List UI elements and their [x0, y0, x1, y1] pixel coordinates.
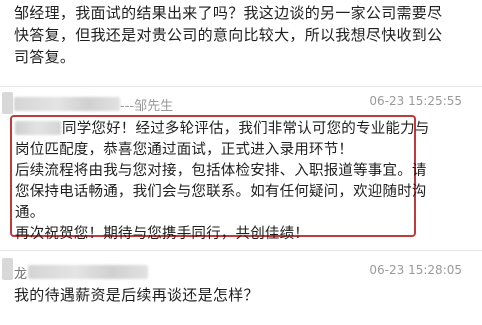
reply-header: ---邹先生 06-23 15:25:55 [14, 94, 472, 114]
message-bottom: 我的待遇薪资是后续再谈还是怎样？ [14, 286, 259, 304]
reply-message: 同学您好！经过多轮评估，我们非常认可您的专业能力与 岗位匹配度，恭喜您通过面试，… [15, 119, 429, 245]
chat-conversation: 邹经理，我面试的结果出来了吗？我这边谈的另一家公司需要尽 快答复，但我还是对贵公… [0, 0, 482, 325]
sender-initial: 龙 [14, 267, 28, 282]
sender-name: ---邹先生 [120, 99, 174, 114]
reply-line: 再次祝贺您！期待与您携手同行，共创佳绩！ [15, 226, 309, 242]
reply-timestamp: 06-23 15:25:55 [369, 94, 462, 108]
message-bottom-header: 龙 06-23 15:28:05 [14, 262, 472, 282]
sender-name-redacted [14, 97, 120, 111]
message-top-line: 邹经理，我面试的结果出来了吗？我这边谈的另一家公司需要尽 [14, 4, 443, 22]
message-divider [0, 86, 482, 87]
reply-line: 您保持电话畅通，我们会与您联系。如有任何疑问，欢迎随时沟 [15, 184, 427, 200]
avatar[interactable] [2, 92, 13, 114]
avatar[interactable] [2, 258, 13, 280]
message-bottom-timestamp: 06-23 15:28:05 [369, 263, 462, 277]
reply-line: 后续流程将由我与您对接，包括体检安排、入职报道等事宜。请 [15, 163, 427, 179]
message-top: 邹经理，我面试的结果出来了吗？我这边谈的另一家公司需要尽 快答复，但我还是对贵公… [14, 2, 466, 68]
reply-line: 岗位匹配度，恭喜您通过面试，正式进入录用环节！ [15, 142, 354, 158]
sender-name-redacted [28, 265, 148, 279]
reply-line: 同学您好！经过多轮评估，我们非常认可您的专业能力与 [15, 119, 429, 140]
recipient-name-redacted [15, 121, 61, 135]
message-top-line: 司答复。 [14, 48, 76, 66]
message-divider [0, 250, 482, 251]
message-top-line: 快答复，但我还是对贵公司的意向比较大，所以我想尽快收到公 [14, 26, 443, 44]
reply-line: 通。 [15, 205, 45, 221]
